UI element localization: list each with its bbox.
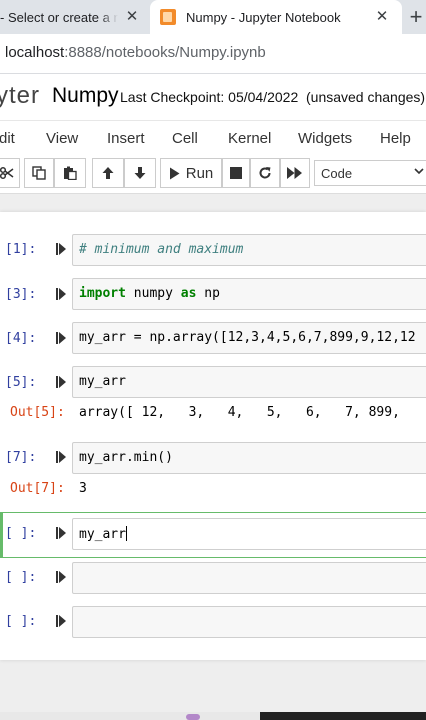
new-tab-button[interactable]: + (404, 2, 426, 32)
copy-icon (32, 166, 46, 180)
notebook-favicon-icon (160, 9, 176, 25)
code-text: import numpy as np (79, 286, 220, 301)
cell-input-prompt: [4]: (5, 331, 37, 346)
code-text: my_arr.min() (79, 450, 173, 465)
tab-title: Numpy - Jupyter Notebook (186, 9, 341, 25)
cut-cells-button[interactable] (0, 158, 20, 188)
text-cursor (125, 526, 127, 541)
code-typed: my_arr (79, 527, 126, 542)
bottom-strip (0, 712, 426, 720)
url-path: :8888/notebooks/Numpy.ipynb (64, 44, 266, 61)
code-text: # minimum and maximum (79, 242, 244, 257)
menu-insert[interactable]: Insert (107, 130, 145, 147)
paste-icon (64, 166, 77, 180)
arrow-down-icon (134, 167, 146, 179)
code-cell-input[interactable]: my_arr.min() (72, 442, 426, 474)
code-text: my_arr (79, 374, 126, 389)
jupyter-logo[interactable]: yter (0, 82, 40, 110)
scissors-icon (0, 166, 13, 180)
unsaved-status: (unsaved changes) (306, 89, 426, 105)
cell-type-value: Code (321, 166, 353, 181)
code-text: my_arr (79, 526, 127, 542)
browser-tab-numpy[interactable]: Numpy - Jupyter Notebook ✕ (150, 0, 402, 34)
restart-icon (259, 167, 271, 179)
menu-cell[interactable]: Cell (172, 130, 198, 147)
cell-input-prompt: [ ]: (5, 614, 37, 629)
run-cell-icon[interactable] (56, 331, 66, 345)
menu-bar: dit View Insert Cell Kernel Widgets Help (0, 120, 426, 156)
run-cell-icon[interactable] (56, 450, 66, 464)
menu-widgets[interactable]: Widgets (298, 130, 352, 147)
cell-input-prompt: [1]: (5, 242, 37, 257)
paste-cells-button[interactable] (54, 158, 86, 188)
cell-output-prompt: Out[5]: (10, 405, 65, 420)
run-cell-icon[interactable] (56, 375, 66, 389)
restart-run-all-button[interactable] (280, 158, 310, 188)
menu-edit[interactable]: dit (0, 130, 15, 147)
menu-help[interactable]: Help (380, 130, 411, 147)
run-cell-icon[interactable] (56, 570, 66, 584)
browser-tab-select-or-create[interactable]: - Select or create a n ✕ (0, 0, 148, 34)
play-icon (169, 167, 180, 179)
decoration (186, 714, 200, 720)
cell-type-select[interactable]: Code (314, 160, 426, 186)
fast-forward-icon (287, 167, 302, 179)
address-bar[interactable]: localhost:8888/notebooks/Numpy.ipynb (0, 34, 426, 74)
keyword-import: import (79, 286, 126, 301)
cell-input-prompt: [5]: (5, 375, 37, 390)
copy-cells-button[interactable] (24, 158, 54, 188)
code-text: my_arr = np.array([12,3,4,5,6,7,899,9,12… (79, 330, 416, 345)
selected-cell-edge (0, 512, 3, 558)
arrow-up-icon (102, 167, 114, 179)
code-cell-input-active[interactable]: my_arr (72, 518, 426, 550)
move-up-button[interactable] (92, 158, 124, 188)
interrupt-kernel-button[interactable] (222, 158, 250, 188)
code-cell-input[interactable] (72, 562, 426, 594)
cell-input-prompt: [7]: (5, 450, 37, 465)
code-cell-input[interactable]: my_arr = np.array([12,3,4,5,6,7,899,9,12… (72, 322, 426, 354)
run-cell-icon[interactable] (56, 242, 66, 256)
browser-tab-strip: - Select or create a n ✕ Numpy - Jupyter… (0, 0, 426, 34)
jupyter-header: yter Numpy Last Checkpoint: 05/04/2022 (… (0, 74, 426, 120)
run-cell-icon[interactable] (56, 526, 66, 540)
menu-kernel[interactable]: Kernel (228, 130, 271, 147)
notebook-name[interactable]: Numpy (52, 84, 119, 108)
chevron-down-icon (414, 168, 424, 175)
url-text[interactable]: localhost:8888/notebooks/Numpy.ipynb (5, 44, 266, 61)
code-cell-input[interactable] (72, 606, 426, 638)
decoration (260, 712, 426, 720)
run-label: Run (185, 164, 214, 182)
close-icon[interactable]: ✕ (124, 9, 140, 25)
stop-icon (230, 167, 242, 179)
code-cell-input[interactable]: # minimum and maximum (72, 234, 426, 266)
code-cell-input[interactable]: import numpy as np (72, 278, 426, 310)
move-down-button[interactable] (124, 158, 156, 188)
cell-output-prompt: Out[7]: (10, 481, 65, 496)
run-cell-icon[interactable] (56, 614, 66, 628)
run-cell-icon[interactable] (56, 287, 66, 301)
cell-input-prompt: [ ]: (5, 570, 37, 585)
tab-title: - Select or create a n (0, 9, 118, 25)
code-alias: np (196, 286, 220, 301)
cell-input-prompt: [ ]: (5, 526, 37, 541)
code-module: numpy (125, 286, 181, 301)
restart-kernel-button[interactable] (250, 158, 280, 188)
cell-output-text: 3 (79, 481, 87, 496)
last-checkpoint: Last Checkpoint: 05/04/2022 (120, 89, 299, 105)
toolbar: Run Code (0, 156, 426, 194)
menu-view[interactable]: View (46, 130, 78, 147)
keyword-as: as (180, 286, 197, 301)
cell-input-prompt: [3]: (5, 287, 37, 302)
code-cell-input[interactable]: my_arr (72, 366, 426, 398)
run-button[interactable]: Run (160, 158, 222, 188)
close-icon[interactable]: ✕ (374, 9, 390, 25)
url-host: localhost (5, 44, 65, 61)
cell-output-text: array([ 12, 3, 4, 5, 6, 7, 899, (79, 405, 400, 420)
